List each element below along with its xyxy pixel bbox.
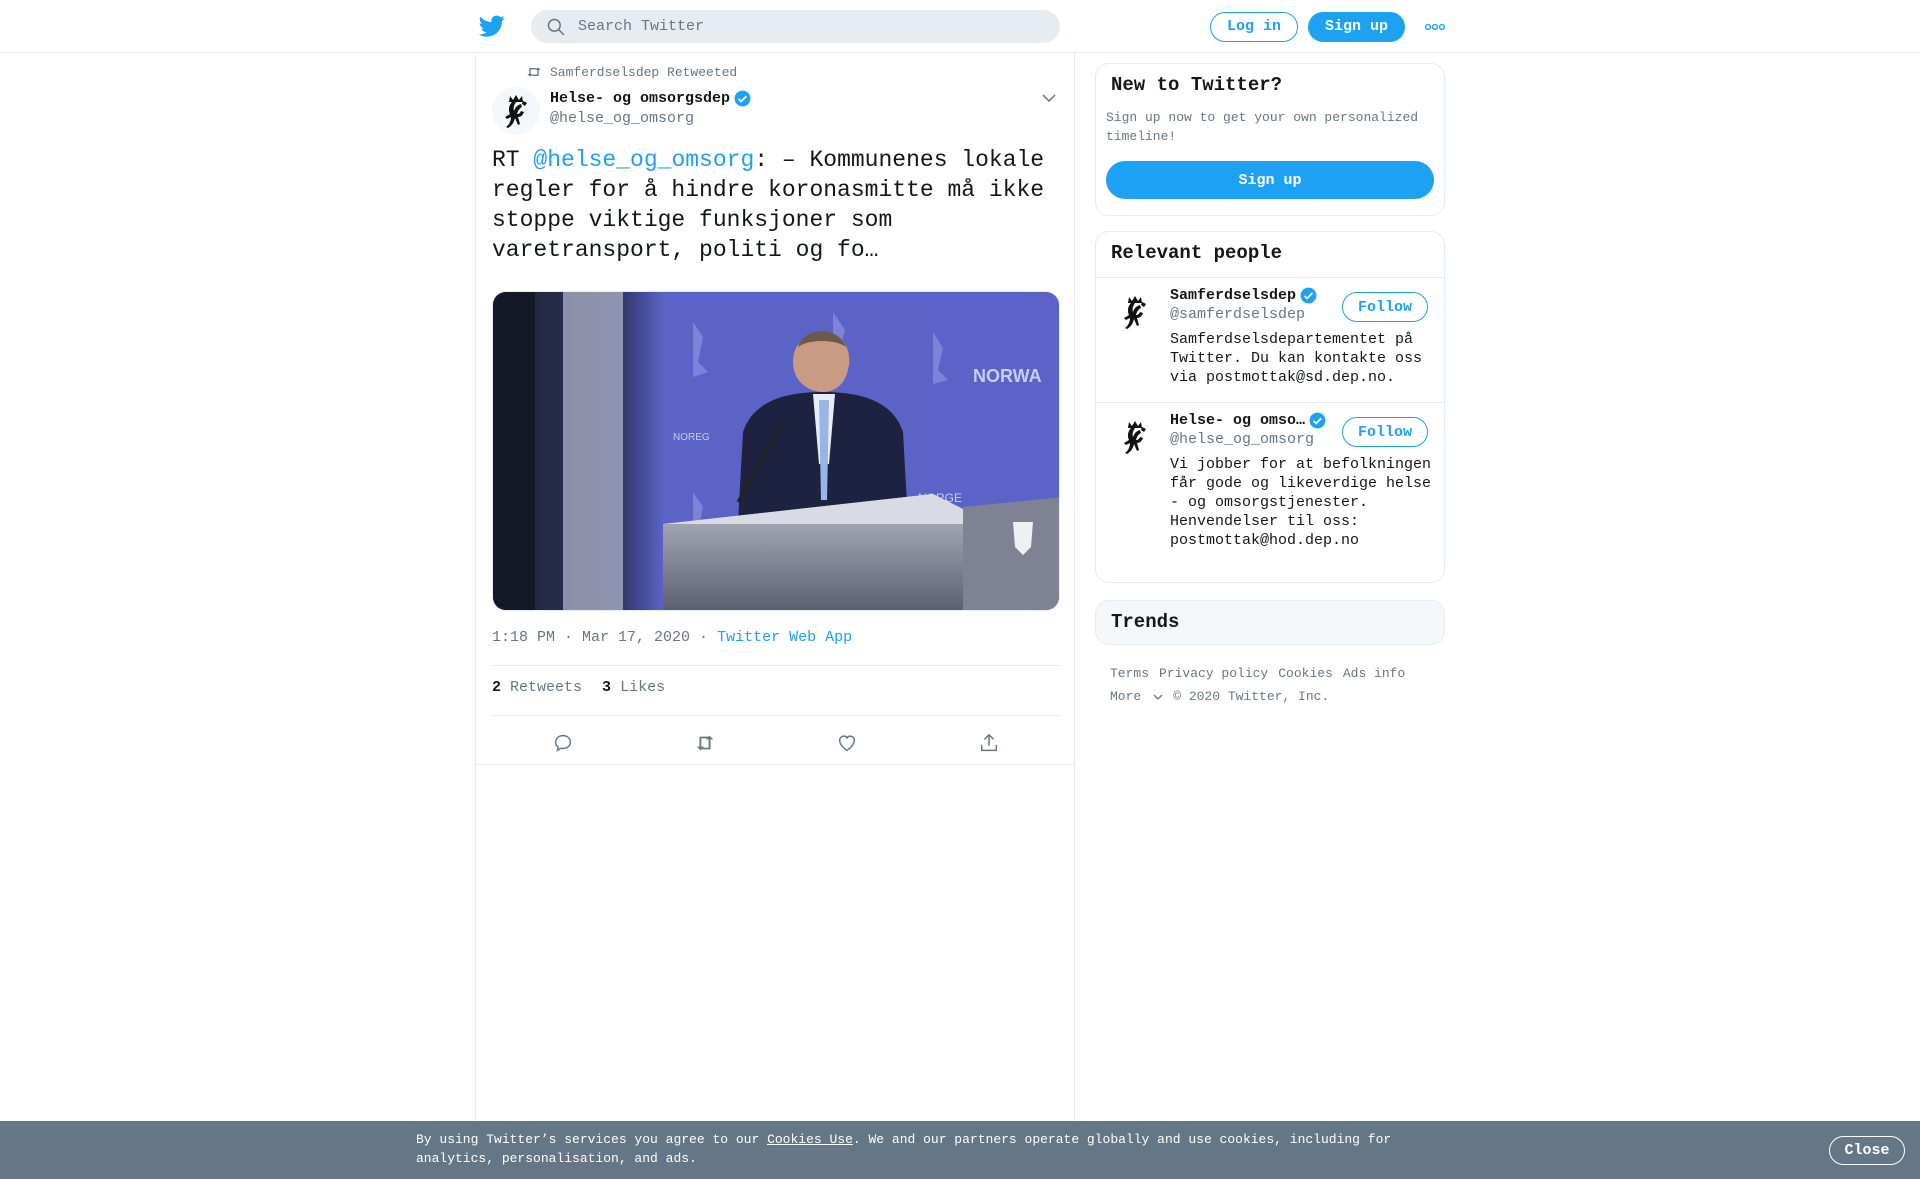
author-avatar[interactable] bbox=[492, 87, 540, 135]
press-conference-photo: NORWA NOREG NORGE bbox=[493, 292, 1059, 610]
cookies-use-link[interactable]: Cookies Use bbox=[767, 1132, 853, 1147]
retweeted-by-text: Samferdselsdep Retweeted bbox=[550, 64, 738, 80]
coat-of-arms-logo bbox=[1124, 296, 1146, 329]
coat-of-arms-logo bbox=[505, 95, 527, 128]
footer-more-menu[interactable]: More bbox=[1110, 685, 1163, 708]
verified-icon bbox=[1300, 287, 1317, 304]
chevron-down-icon[interactable] bbox=[1041, 91, 1057, 105]
person-item[interactable]: Samferdselsdep @samferdselsdep Samferdse… bbox=[1096, 278, 1444, 402]
avatar[interactable] bbox=[1111, 288, 1159, 336]
footer-copyright: © 2020 Twitter, Inc. bbox=[1173, 689, 1330, 704]
reply-icon bbox=[554, 734, 572, 752]
retweet-icon bbox=[696, 735, 714, 751]
footer-ads-link[interactable]: Ads info bbox=[1343, 666, 1405, 681]
person-handle[interactable]: @samferdselsdep bbox=[1170, 306, 1305, 323]
cookie-text: By using Twitter’s services you agree to… bbox=[416, 1132, 1392, 1166]
tweet-photo[interactable]: NORWA NOREG NORGE bbox=[492, 291, 1060, 611]
share-button[interactable] bbox=[918, 728, 1060, 758]
person-bio: Vi jobber for at befolkningen får gode o… bbox=[1170, 456, 1432, 549]
author-name[interactable]: Helse- og omsorgsdep bbox=[550, 89, 752, 108]
verified-icon bbox=[1309, 412, 1326, 429]
person-item[interactable]: Helse- og omso… @helse_og_omsorg Vi jobb… bbox=[1096, 403, 1444, 583]
more-dots-icon[interactable] bbox=[1424, 20, 1446, 34]
top-header: Log in Sign up bbox=[0, 0, 1920, 53]
like-icon bbox=[838, 735, 856, 752]
tweet-text: RT @helse_og_omsorg: – Kommunenes lokale… bbox=[492, 147, 1045, 263]
tweet-meta: 1:18 PM · Mar 17, 2020 · Twitter Web App bbox=[492, 629, 853, 646]
svg-text:NOREG: NOREG bbox=[673, 432, 710, 443]
retweet-button[interactable] bbox=[634, 728, 776, 758]
card-subtitle: Sign up now to get your own personalized… bbox=[1106, 110, 1419, 144]
person-handle[interactable]: @helse_og_omsorg bbox=[1170, 431, 1314, 448]
person-name[interactable]: Samferdselsdep bbox=[1170, 286, 1318, 305]
divider bbox=[476, 764, 1074, 765]
twitter-bird-icon[interactable] bbox=[478, 13, 506, 39]
follow-button[interactable]: Follow bbox=[1342, 292, 1428, 322]
footer-cookies-link[interactable]: Cookies bbox=[1278, 666, 1333, 681]
signup-button-sidebar[interactable]: Sign up bbox=[1106, 161, 1434, 199]
tweet-column: Samferdselsdep Retweeted Helse- og omsor… bbox=[475, 53, 1075, 1179]
search-icon bbox=[547, 18, 565, 35]
reply-button[interactable] bbox=[492, 728, 634, 758]
person-name[interactable]: Helse- og omso… bbox=[1170, 411, 1327, 430]
chevron-down-icon bbox=[1153, 694, 1163, 700]
card-title: Trends bbox=[1111, 611, 1180, 633]
tweet-source-link[interactable]: Twitter Web App bbox=[717, 629, 852, 646]
share-icon bbox=[980, 733, 998, 752]
login-button[interactable]: Log in bbox=[1210, 12, 1298, 42]
sidebar-footer: Terms Privacy policy Cookies Ads info More ©… bbox=[1110, 662, 1440, 708]
retweet-icon bbox=[527, 67, 541, 77]
retweet-context[interactable]: Samferdselsdep Retweeted bbox=[526, 63, 737, 81]
new-to-twitter-card: New to Twitter? Sign up now to get your … bbox=[1095, 63, 1445, 216]
like-button[interactable] bbox=[776, 728, 918, 758]
close-button[interactable]: Close bbox=[1829, 1136, 1905, 1165]
person-bio: Samferdselsdepartementet på Twitter. Du … bbox=[1170, 331, 1423, 386]
verified-icon bbox=[734, 90, 751, 107]
signup-button[interactable]: Sign up bbox=[1308, 12, 1405, 42]
search-box[interactable] bbox=[531, 10, 1060, 43]
relevant-people-card: Relevant people Samferdselsdep @samferds… bbox=[1095, 231, 1445, 583]
author-handle[interactable]: @helse_og_omsorg bbox=[550, 110, 694, 127]
avatar[interactable] bbox=[1111, 413, 1159, 461]
mention-link[interactable]: @helse_og_omsorg bbox=[533, 147, 754, 173]
coat-of-arms-logo bbox=[1124, 421, 1146, 454]
card-title: Relevant people bbox=[1111, 242, 1283, 264]
tweet-timestamp[interactable]: 1:18 PM · Mar 17, 2020 bbox=[492, 629, 690, 646]
trends-card: Trends bbox=[1095, 600, 1445, 645]
footer-privacy-link[interactable]: Privacy policy bbox=[1159, 666, 1268, 681]
likes-stat[interactable]: 3 Likes bbox=[602, 679, 665, 696]
svg-text:NORWA: NORWA bbox=[973, 366, 1042, 386]
footer-terms-link[interactable]: Terms bbox=[1110, 666, 1149, 681]
cookie-banner: By using Twitter’s services you agree to… bbox=[0, 1121, 1920, 1179]
tweet-actions bbox=[492, 728, 1060, 758]
retweets-stat[interactable]: 2 Retweets bbox=[492, 679, 582, 696]
follow-button[interactable]: Follow bbox=[1342, 417, 1428, 447]
search-input[interactable] bbox=[578, 18, 1018, 35]
divider bbox=[492, 665, 1060, 666]
divider bbox=[492, 715, 1060, 716]
tweet-stats: 2 Retweets 3 Likes bbox=[492, 679, 665, 696]
card-title: New to Twitter? bbox=[1111, 74, 1283, 96]
